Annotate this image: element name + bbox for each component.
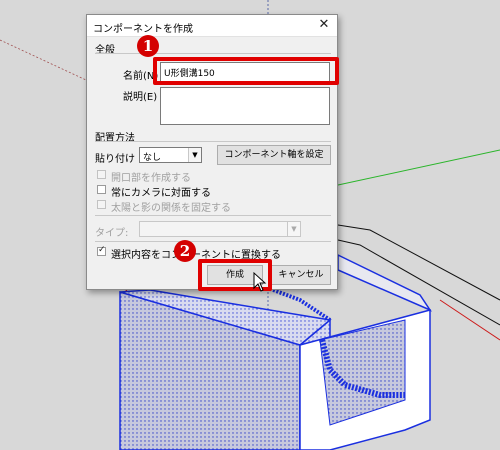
always-face-camera-checkbox[interactable]	[97, 185, 106, 194]
description-field[interactable]	[160, 87, 330, 125]
type-label: タイプ:	[95, 228, 129, 239]
cut-opening-checkbox[interactable]	[97, 170, 106, 179]
section-divider	[95, 215, 331, 216]
set-component-axes-button[interactable]: コンポーネント軸を設定	[217, 145, 331, 165]
step-marker-2: 2	[174, 240, 196, 262]
paste-select[interactable]: なし ▼	[139, 147, 202, 163]
dialog-title: コンポーネントを作成	[93, 24, 193, 35]
chevron-down-icon: ▼	[188, 148, 201, 162]
dialog-titlebar[interactable]: コンポーネントを作成 ✕	[87, 15, 337, 37]
section-divider	[95, 141, 331, 142]
type-select[interactable]: ▼	[139, 221, 301, 237]
close-icon[interactable]: ✕	[315, 17, 333, 33]
description-label: 説明(E)	[123, 92, 158, 103]
cut-opening-label: 開口部を作成する	[111, 173, 191, 184]
shadows-face-sun-label: 太陽と影の関係を固定する	[111, 203, 231, 214]
paste-select-value: なし	[143, 153, 162, 163]
section-divider	[95, 241, 331, 242]
shadows-face-sun-checkbox[interactable]	[97, 200, 106, 209]
section-divider	[95, 53, 331, 54]
mouse-pointer-icon	[253, 272, 267, 292]
name-field-highlight	[153, 57, 339, 85]
paste-label: 貼り付け	[95, 154, 135, 165]
replace-selection-checkbox[interactable]	[97, 245, 106, 256]
chevron-down-icon: ▼	[287, 222, 300, 236]
cancel-button[interactable]: キャンセル	[271, 265, 331, 285]
create-component-dialog: コンポーネントを作成 ✕ 全般 名前(N) 説明(E) 配置方法 貼り付け なし…	[86, 14, 338, 290]
always-face-camera-label: 常にカメラに対面する	[111, 188, 211, 199]
step-marker-1: 1	[137, 35, 159, 57]
